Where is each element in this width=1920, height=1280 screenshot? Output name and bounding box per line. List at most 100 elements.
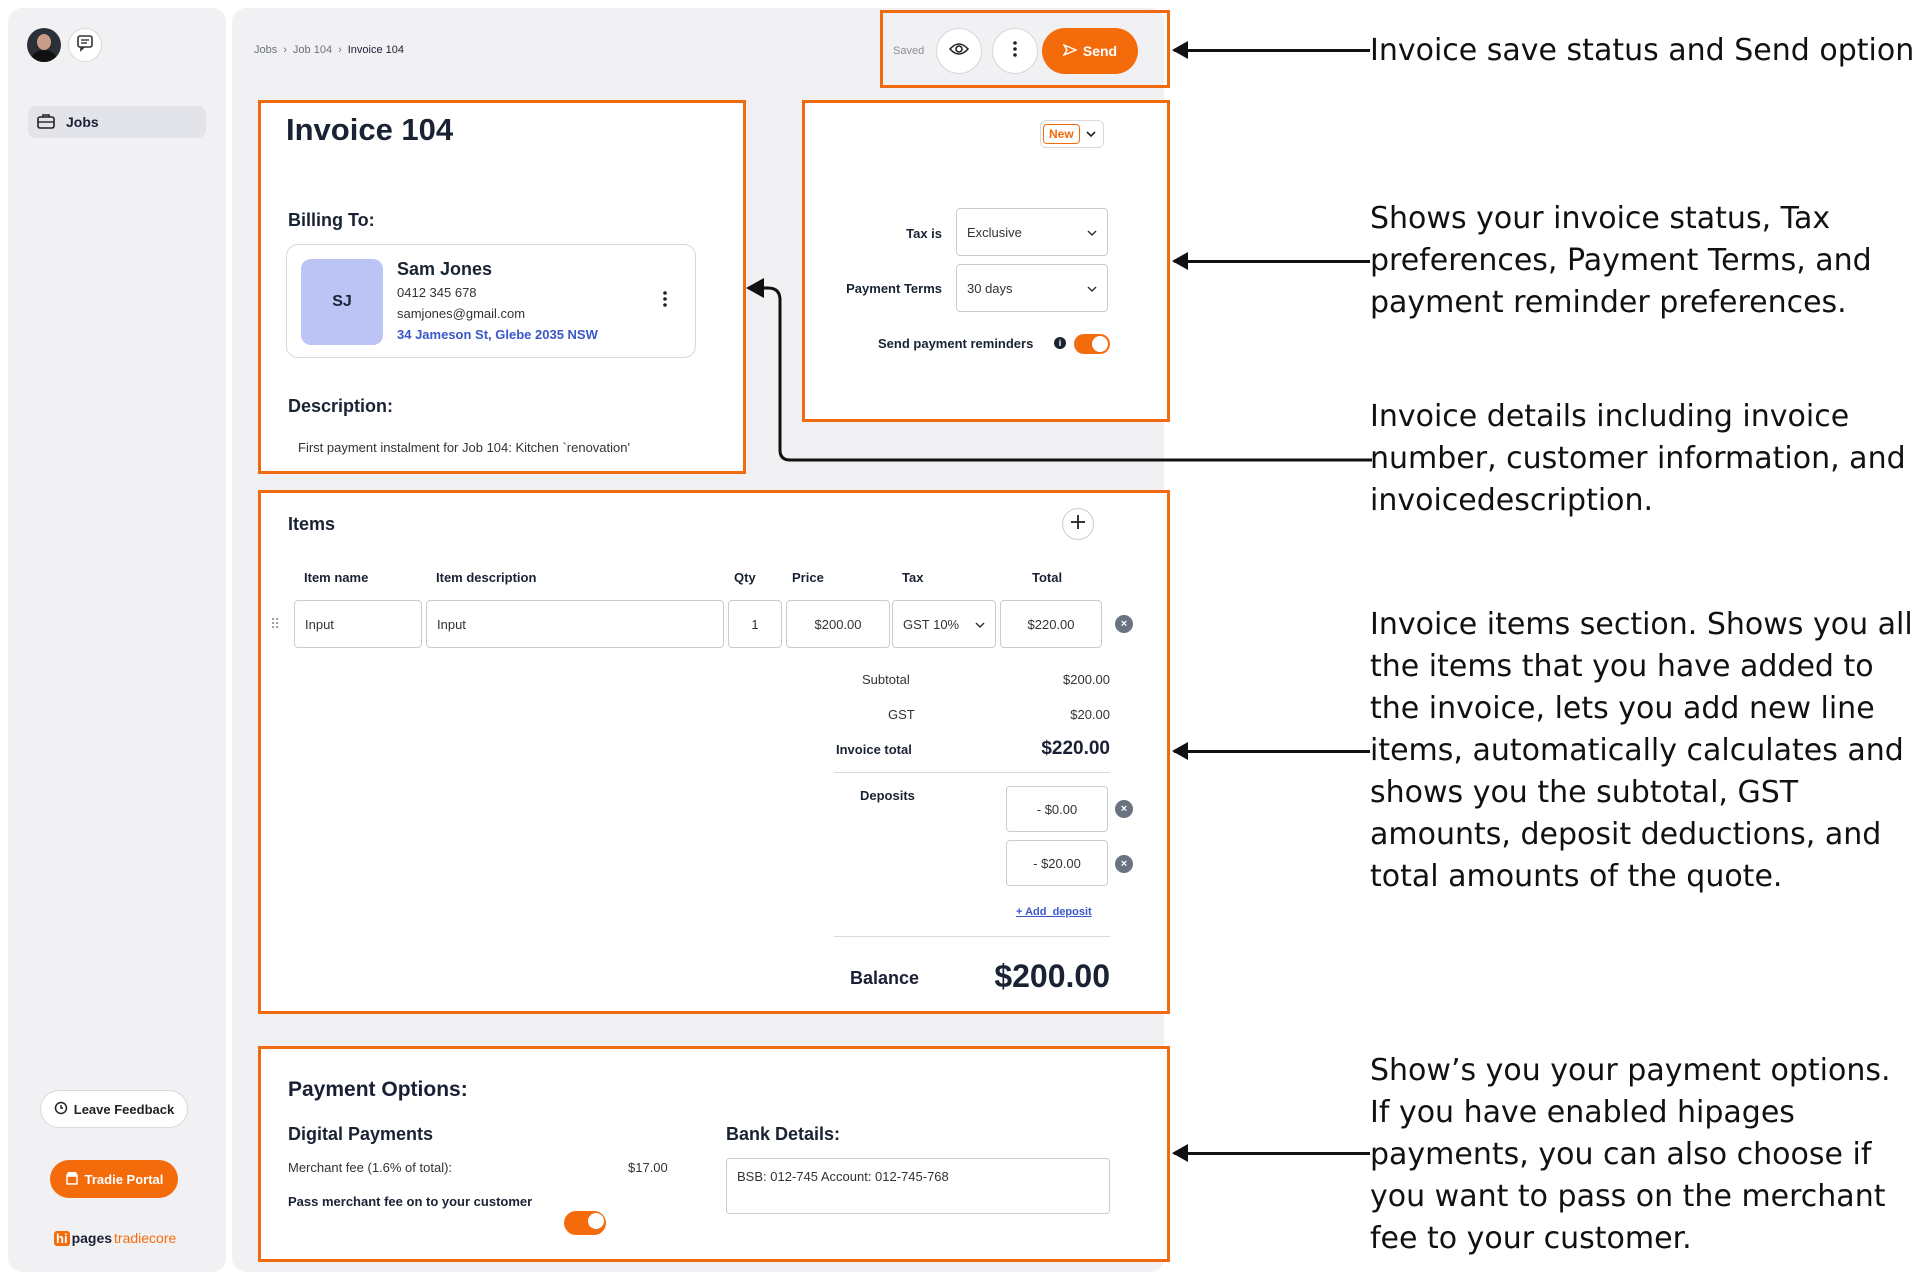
send-icon bbox=[1062, 43, 1078, 59]
customer-address[interactable]: 34 Jameson St, Glebe 2035 NSW bbox=[397, 327, 598, 342]
store-icon bbox=[65, 1171, 79, 1188]
annotation-settings: Shows your invoice status, Tax preferenc… bbox=[1370, 201, 1872, 320]
chevron-right-icon: › bbox=[338, 44, 342, 56]
description-label: Description: bbox=[288, 396, 394, 416]
sidebar-item-label: Jobs bbox=[66, 114, 99, 130]
deposits-label: Deposits bbox=[860, 788, 915, 803]
status-dropdown[interactable]: New bbox=[1040, 120, 1104, 148]
brand-hi: hi bbox=[54, 1230, 70, 1246]
item-total-value: $220.00 bbox=[1027, 616, 1075, 632]
chevron-down-icon bbox=[1087, 225, 1097, 240]
user-avatar[interactable] bbox=[27, 28, 61, 62]
description-text[interactable]: First payment instalment for Job 104: Ki… bbox=[298, 440, 630, 455]
leave-feedback-button[interactable]: Leave Feedback bbox=[40, 1090, 188, 1128]
balance-label: Balance bbox=[850, 968, 920, 988]
tradie-portal-label: Tradie Portal bbox=[84, 1171, 164, 1187]
col-qty: Qty bbox=[734, 570, 756, 585]
chevron-down-icon bbox=[975, 617, 985, 632]
deposit-value: - $20.00 bbox=[1033, 855, 1081, 871]
breadcrumb-jobs[interactable]: Jobs bbox=[254, 44, 277, 56]
arrow-icon bbox=[1172, 252, 1370, 270]
deposit-input[interactable]: - $20.00 bbox=[1006, 840, 1108, 886]
breadcrumb: Jobs › Job 104 › Invoice 104 bbox=[254, 44, 404, 56]
merchant-fee-value: $17.00 bbox=[628, 1160, 668, 1175]
col-item-description: Item description bbox=[436, 570, 537, 585]
billing-label: Billing To: bbox=[288, 210, 375, 230]
status-badge: New bbox=[1043, 124, 1080, 144]
chevron-right-icon: › bbox=[283, 44, 287, 56]
customer-email: samjones@gmail.com bbox=[397, 306, 526, 321]
invoice-total-label: Invoice total bbox=[836, 742, 912, 757]
customer-card[interactable]: SJ Sam Jones 0412 345 678 samjones@gmail… bbox=[286, 244, 696, 358]
customer-menu-icon[interactable] bbox=[663, 291, 667, 312]
col-tax: Tax bbox=[902, 570, 924, 585]
send-button[interactable]: Send bbox=[1042, 28, 1138, 74]
brand-tradiecore: tradiecore bbox=[114, 1230, 177, 1246]
bank-details-label: Bank Details: bbox=[726, 1124, 841, 1144]
add-deposit-link[interactable]: + Add deposit bbox=[1016, 906, 1092, 918]
arrow-icon bbox=[1172, 1144, 1370, 1162]
briefcase-icon bbox=[36, 112, 56, 133]
pass-fee-toggle[interactable] bbox=[564, 1211, 606, 1235]
invoice-total-value: $220.00 bbox=[1041, 738, 1110, 759]
items-title: Items bbox=[288, 514, 336, 534]
item-description-value: Input bbox=[437, 616, 466, 632]
item-tax-select[interactable]: GST 10% bbox=[892, 600, 996, 648]
annotation-payment: Show’s you your payment options. If you … bbox=[1370, 1053, 1891, 1256]
brand-logo: hi pages tradiecore bbox=[54, 1230, 176, 1246]
deposit-input[interactable]: - $0.00 bbox=[1006, 786, 1108, 832]
preview-button[interactable] bbox=[936, 28, 982, 74]
bank-details-field[interactable]: BSB: 012-745 Account: 012-745-768 bbox=[726, 1158, 1110, 1214]
digital-payments-label: Digital Payments bbox=[288, 1124, 434, 1144]
annotation-toolbar: Invoice save status and Send option bbox=[1370, 33, 1915, 68]
chat-icon bbox=[76, 34, 94, 57]
item-qty-input[interactable]: 1 bbox=[728, 600, 782, 648]
tradie-portal-button[interactable]: Tradie Portal bbox=[50, 1160, 178, 1198]
customer-avatar: SJ bbox=[301, 259, 383, 345]
divider bbox=[834, 936, 1110, 937]
item-price-value: $200.00 bbox=[814, 616, 862, 632]
item-price-input[interactable]: $200.00 bbox=[786, 600, 890, 648]
messages-button[interactable] bbox=[68, 28, 102, 62]
remove-item-icon[interactable]: × bbox=[1115, 615, 1133, 633]
item-name-value: Input bbox=[305, 616, 334, 632]
divider bbox=[834, 772, 1110, 773]
drag-handle-icon[interactable]: ⠿ bbox=[270, 616, 280, 633]
remove-deposit-icon[interactable]: × bbox=[1115, 800, 1133, 818]
deposit-value: - $0.00 bbox=[1036, 801, 1078, 817]
merchant-fee-label: Merchant fee (1.6% of total): bbox=[288, 1160, 453, 1175]
payment-options-title: Payment Options: bbox=[288, 1078, 468, 1101]
feedback-label: Leave Feedback bbox=[73, 1101, 175, 1117]
sidebar-item-jobs[interactable]: Jobs bbox=[28, 106, 206, 138]
gst-value: $20.00 bbox=[1070, 707, 1110, 722]
gst-label: GST bbox=[888, 707, 915, 722]
tax-label: Tax is bbox=[906, 226, 942, 241]
plus-icon bbox=[1070, 514, 1086, 535]
item-total-field: $220.00 bbox=[1000, 600, 1102, 648]
feedback-icon bbox=[54, 1101, 68, 1118]
arrow-icon bbox=[1172, 41, 1370, 59]
item-tax-value: GST 10% bbox=[903, 616, 960, 632]
tax-value: Exclusive bbox=[967, 224, 1022, 240]
eye-icon bbox=[948, 42, 970, 61]
subtotal-value: $200.00 bbox=[1063, 672, 1110, 687]
tax-select[interactable]: Exclusive bbox=[956, 208, 1108, 256]
annotation-items: Invoice items section. Shows you all the… bbox=[1370, 607, 1913, 894]
brand-pages: pages bbox=[71, 1230, 113, 1246]
customer-name: Sam Jones bbox=[397, 259, 493, 279]
more-options-button[interactable] bbox=[992, 28, 1038, 74]
remove-deposit-icon[interactable]: × bbox=[1115, 855, 1133, 873]
add-item-button[interactable] bbox=[1062, 508, 1094, 540]
item-name-input[interactable]: Input bbox=[294, 600, 422, 648]
kebab-icon bbox=[1013, 40, 1017, 62]
curved-arrow-icon bbox=[746, 278, 1372, 462]
breadcrumb-job[interactable]: Job 104 bbox=[293, 44, 332, 56]
col-total: Total bbox=[1032, 570, 1063, 585]
bank-details-value: BSB: 012-745 Account: 012-745-768 bbox=[737, 1169, 949, 1184]
save-status: Saved bbox=[893, 45, 925, 57]
item-description-input[interactable]: Input bbox=[426, 600, 724, 648]
chevron-down-icon bbox=[1086, 125, 1096, 143]
pass-fee-label: Pass merchant fee on to your customer bbox=[288, 1194, 533, 1209]
send-label: Send bbox=[1082, 43, 1118, 59]
annotation-details: Invoice details including invoice number… bbox=[1370, 399, 1906, 518]
